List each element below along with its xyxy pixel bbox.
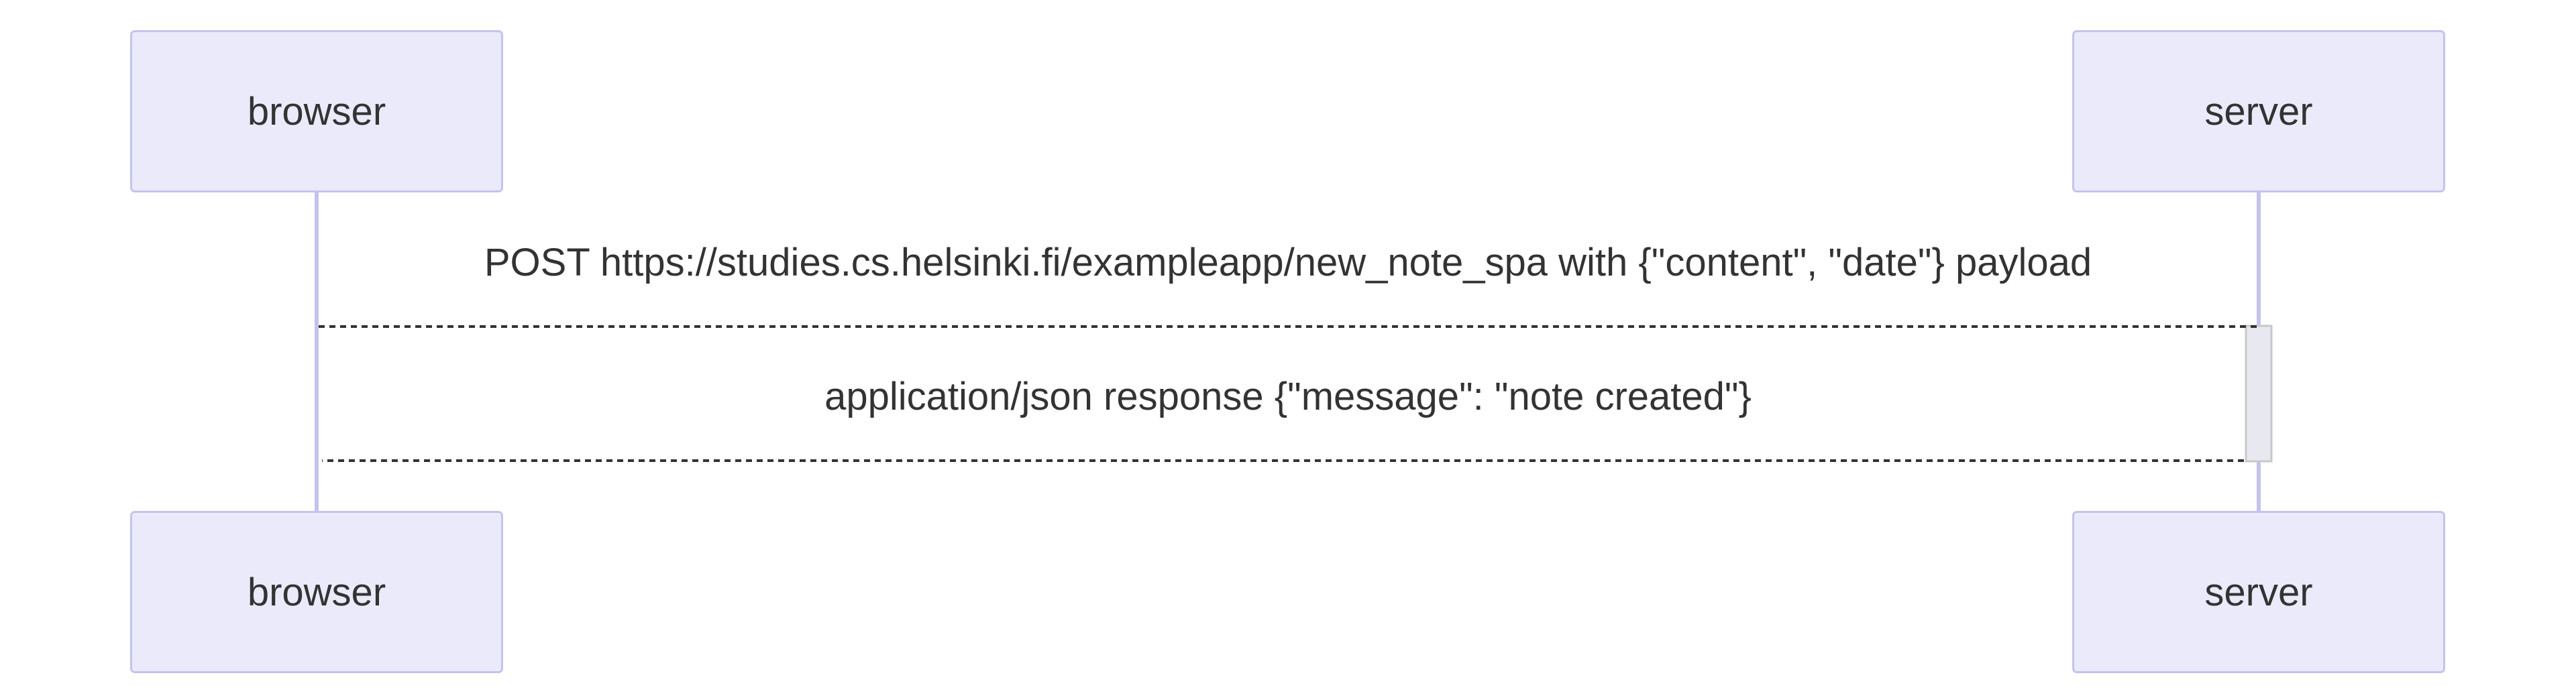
actor-browser-top-label: browser xyxy=(247,89,386,133)
actor-browser-bottom-label: browser xyxy=(247,570,386,614)
actor-server-bottom-label: server xyxy=(2204,570,2313,614)
actor-server-top: server xyxy=(2072,30,2445,192)
actor-server-top-label: server xyxy=(2204,89,2313,133)
actor-browser-top: browser xyxy=(130,30,503,192)
actor-browser-bottom: browser xyxy=(130,511,503,673)
message-label-post-request: POST https://studies.cs.helsinki.fi/exam… xyxy=(484,241,2092,284)
sequence-diagram: browser server POST https://studies.cs.h… xyxy=(0,0,2576,698)
actor-server-bottom: server xyxy=(2072,511,2445,673)
message-label-json-response: application/json response {"message": "n… xyxy=(824,375,1752,418)
